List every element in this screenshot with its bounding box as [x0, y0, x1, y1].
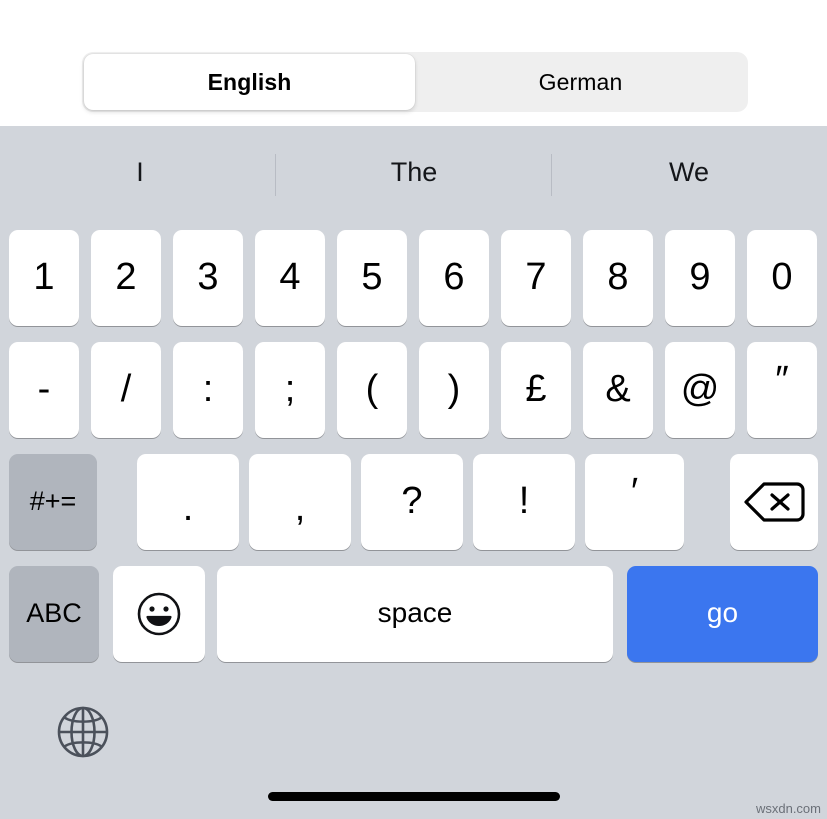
- key-5[interactable]: 5: [337, 230, 407, 326]
- predictive-suggestion-bar: I The We: [0, 126, 827, 218]
- key-left-paren-label: (: [365, 368, 379, 410]
- key-4-label: 4: [279, 256, 301, 298]
- language-segmented-control[interactable]: English German: [82, 52, 748, 112]
- key-4[interactable]: 4: [255, 230, 325, 326]
- key-question-mark[interactable]: ?: [361, 454, 463, 550]
- key-at-sign-label: @: [680, 368, 720, 410]
- keyboard-row-bottom: ABC space go: [0, 566, 827, 662]
- key-exclamation-mark[interactable]: !: [473, 454, 575, 550]
- key-double-quote-label: ″: [775, 359, 789, 401]
- keyboard-row-numbers: 1 2 3 4 5 6 7 8 9 0: [0, 230, 827, 326]
- key-6[interactable]: 6: [419, 230, 489, 326]
- phone-screen: English German I The We 1 2 3 4 5 6 7 8 9 0 - /:; (: [0, 0, 827, 819]
- key-hyphen-label: -: [37, 368, 51, 410]
- keyboard-row-punctuation: #+=.,?! ′: [0, 454, 827, 550]
- segment-german[interactable]: German: [415, 54, 746, 110]
- key-symbols-toggle[interactable]: #+=: [9, 454, 97, 550]
- key-go-label: go: [706, 597, 739, 628]
- key-1[interactable]: 1: [9, 230, 79, 326]
- smiley-face-icon: [137, 592, 181, 636]
- key-8[interactable]: 8: [583, 230, 653, 326]
- suggestion-divider-1: [551, 154, 552, 196]
- key-2[interactable]: 2: [91, 230, 161, 326]
- globe-icon[interactable]: [52, 701, 114, 763]
- key-colon[interactable]: :: [173, 342, 243, 438]
- key-left-paren[interactable]: (: [337, 342, 407, 438]
- key-3[interactable]: 3: [173, 230, 243, 326]
- suggestion-item-2[interactable]: We: [553, 126, 825, 218]
- key-emoji[interactable]: [113, 566, 205, 662]
- key-semicolon[interactable]: ;: [255, 342, 325, 438]
- backspace-icon: [744, 482, 805, 522]
- suggestion-divider-0: [275, 154, 276, 196]
- key-space[interactable]: space: [217, 566, 613, 662]
- key-apostrophe[interactable]: ′: [585, 454, 684, 550]
- suggestion-label-1: The: [390, 156, 438, 187]
- key-colon-label: :: [202, 368, 214, 410]
- key-0[interactable]: 0: [747, 230, 817, 326]
- top-bar: English German: [0, 0, 827, 126]
- key-backspace[interactable]: [730, 454, 818, 550]
- key-symbols-toggle-label: #+=: [29, 485, 77, 516]
- key-5-label: 5: [361, 256, 383, 298]
- key-slash-label: /: [120, 368, 132, 410]
- key-6-label: 6: [443, 256, 465, 298]
- key-comma[interactable]: ,: [249, 454, 351, 550]
- key-9-label: 9: [689, 256, 711, 298]
- key-right-paren-label: ): [447, 368, 461, 410]
- suggestion-item-1[interactable]: The: [277, 126, 551, 218]
- key-slash[interactable]: /: [91, 342, 161, 438]
- key-3-label: 3: [197, 256, 219, 298]
- suggestion-item-0[interactable]: I: [5, 126, 275, 218]
- watermark: wsxdn.com: [755, 801, 821, 816]
- key-8-label: 8: [607, 256, 629, 298]
- key-period[interactable]: .: [137, 454, 239, 550]
- key-ampersand[interactable]: &: [583, 342, 653, 438]
- key-abc-letters[interactable]: ABC: [9, 566, 99, 662]
- segment-english[interactable]: English: [84, 54, 415, 110]
- key-question-mark-label: ?: [401, 480, 423, 522]
- key-go[interactable]: go: [627, 566, 818, 662]
- key-2-label: 2: [115, 256, 137, 298]
- key-hyphen[interactable]: -: [9, 342, 79, 438]
- key-pound-sign[interactable]: £: [501, 342, 571, 438]
- key-semicolon-label: ;: [284, 368, 296, 410]
- keyboard-row-symbols: - /:; () £ & @ ″: [0, 342, 827, 438]
- key-7[interactable]: 7: [501, 230, 571, 326]
- key-pound-sign-label: £: [525, 368, 547, 410]
- key-right-paren[interactable]: ): [419, 342, 489, 438]
- key-0-label: 0: [771, 256, 793, 298]
- segment-english-label: English: [207, 68, 292, 95]
- key-double-quote[interactable]: ″: [747, 342, 817, 438]
- on-screen-keyboard: I The We 1234567890 - /:;() £ & @ ″ #+=.,?! ′ …: [0, 126, 827, 819]
- key-9[interactable]: 9: [665, 230, 735, 326]
- suggestion-label-0: I: [136, 156, 144, 187]
- key-1-label: 1: [33, 256, 55, 298]
- segment-german-label: German: [538, 68, 623, 95]
- key-at-sign[interactable]: @: [665, 342, 735, 438]
- key-period-label: .: [182, 487, 194, 529]
- suggestion-label-2: We: [668, 156, 709, 187]
- key-space-label: space: [377, 597, 453, 628]
- key-apostrophe-label: ′: [630, 471, 639, 513]
- key-7-label: 7: [525, 256, 547, 298]
- key-comma-label: ,: [294, 487, 306, 529]
- key-exclamation-mark-label: !: [518, 480, 530, 522]
- key-ampersand-label: &: [605, 368, 631, 410]
- home-indicator: [268, 792, 560, 801]
- key-abc-letters-label: ABC: [26, 597, 82, 628]
